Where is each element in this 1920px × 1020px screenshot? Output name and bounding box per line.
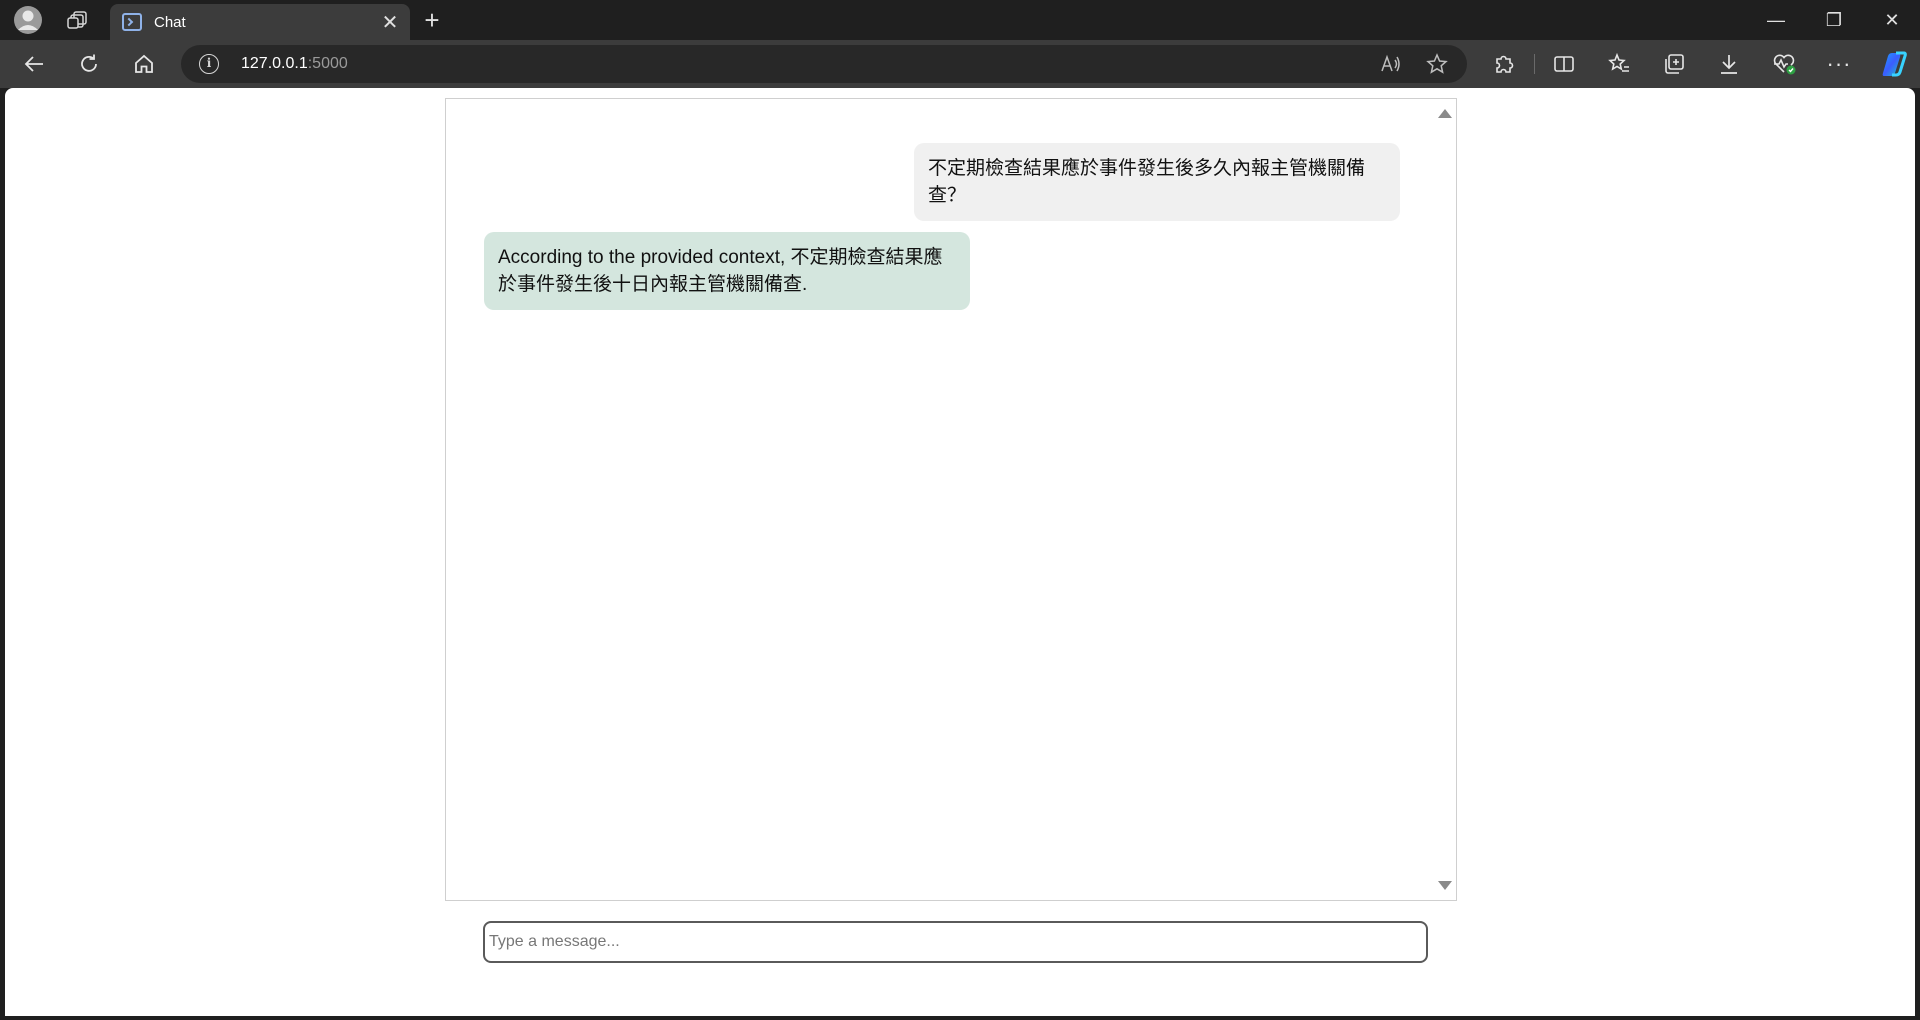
read-aloud-icon[interactable] [1373,46,1409,82]
tab-chat[interactable]: Chat ✕ [110,4,410,40]
message-input[interactable] [485,923,1426,961]
chat-message-area[interactable]: 不定期檢查結果應於事件發生後多久內報主管機關備查？ According to t… [445,98,1457,901]
workspaces-icon[interactable] [60,0,96,40]
toolbar-divider [1534,54,1535,74]
scroll-up-arrow-icon[interactable] [1438,109,1452,118]
tab-title: Chat [154,13,186,31]
browser-toolbar: i 127.0.0.1:5000 ··· [0,40,1920,88]
copilot-icon[interactable] [1876,46,1912,82]
page-viewport: 不定期檢查結果應於事件發生後多久內報主管機關備查？ According to t… [5,88,1915,1016]
tab-close-button[interactable]: ✕ [376,8,404,36]
user-message-bubble: 不定期檢查結果應於事件發生後多久內報主管機關備查？ [914,143,1400,221]
scroll-down-arrow-icon[interactable] [1438,881,1452,890]
url-port: :5000 [307,55,348,72]
profile-icon[interactable] [10,0,46,40]
info-icon[interactable]: i [199,54,219,74]
close-window-button[interactable]: ✕ [1864,0,1920,40]
split-screen-icon[interactable] [1546,46,1582,82]
back-arrow-icon[interactable] [16,46,52,82]
home-icon[interactable] [126,46,162,82]
new-tab-button[interactable]: + [418,5,446,35]
assistant-message-bubble: According to the provided context, 不定期檢查… [484,232,970,310]
message-input-wrapper [483,921,1428,963]
refresh-icon[interactable] [71,46,107,82]
address-bar[interactable]: i 127.0.0.1:5000 [181,45,1467,83]
collections-icon[interactable] [1656,46,1692,82]
minimize-button[interactable]: — [1748,0,1804,40]
more-icon[interactable]: ··· [1821,46,1857,82]
star-icon[interactable] [1419,46,1455,82]
browser-title-bar: Chat ✕ + — ❐ ✕ [0,0,1920,40]
puzzle-icon[interactable] [1486,46,1522,82]
url-host: 127.0.0.1 [241,55,308,72]
download-icon[interactable] [1711,46,1747,82]
heart-pulse-icon[interactable] [1766,46,1802,82]
url-text[interactable]: 127.0.0.1:5000 [241,55,348,73]
page-favicon-icon [122,13,142,31]
favorites-icon[interactable] [1601,46,1637,82]
restore-button[interactable]: ❐ [1806,0,1862,40]
